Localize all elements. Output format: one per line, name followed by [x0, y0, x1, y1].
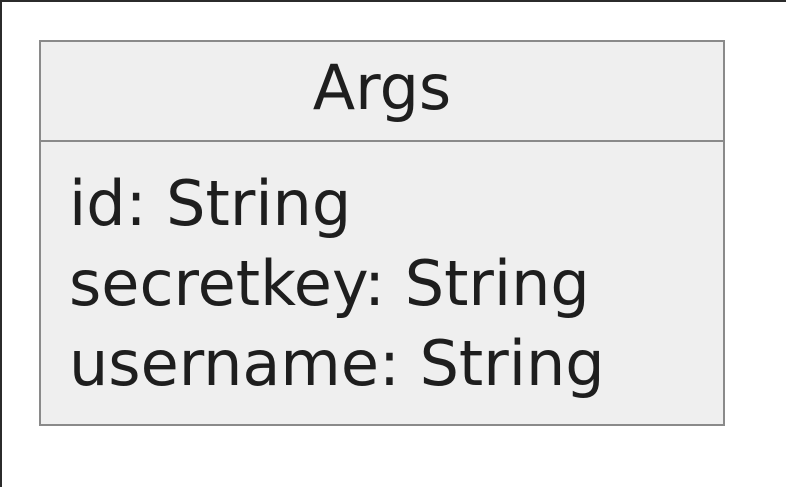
attribute-username: username: String [69, 327, 605, 400]
class-name: Args [312, 51, 452, 124]
uml-class-box: Args id: String secretkey: String userna… [39, 40, 725, 426]
class-header: Args [41, 42, 723, 142]
attribute-id: id: String [69, 167, 352, 240]
diagram-canvas: Args id: String secretkey: String userna… [0, 0, 786, 487]
attribute-secretkey: secretkey: String [69, 247, 590, 320]
attribute-list: id: String secretkey: String username: S… [69, 164, 605, 404]
